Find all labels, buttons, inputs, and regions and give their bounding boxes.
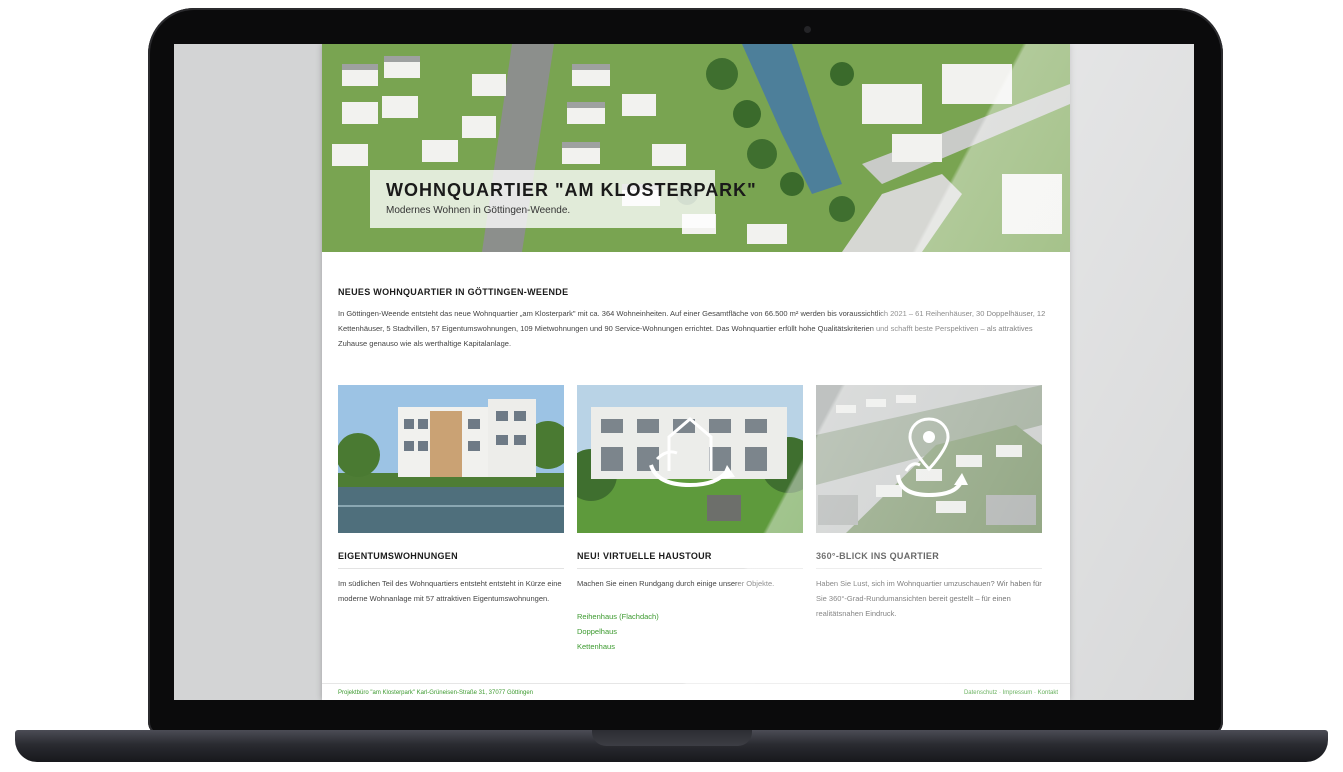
card-image[interactable] bbox=[816, 385, 1042, 533]
card-text: Haben Sie Lust, sich im Wohnquartier umz… bbox=[816, 579, 1042, 618]
card-heading[interactable]: EIGENTUMSWOHNUNGEN bbox=[338, 551, 458, 561]
footer-links[interactable]: Datenschutz · Impressum · Kontakt bbox=[964, 690, 1058, 696]
card-virtuelle-haustour[interactable]: NEU! VIRTUELLE HAUSTOUR Machen Sie einen… bbox=[577, 385, 803, 651]
tour-links: Reihenhaus (Flachdach) Doppelhaus Ketten… bbox=[577, 609, 659, 654]
card-divider bbox=[577, 568, 803, 569]
intro-text: In Göttingen-Weende entsteht das neue Wo… bbox=[338, 309, 1046, 348]
card-heading[interactable]: NEU! VIRTUELLE HAUSTOUR bbox=[577, 551, 712, 561]
laptop-screen: WOHNQUARTIER "AM KLOSTERPARK" Modernes W… bbox=[174, 44, 1194, 700]
card-image[interactable] bbox=[577, 385, 803, 533]
link-doppelhaus[interactable]: Doppelhaus bbox=[577, 624, 659, 639]
camera-icon bbox=[804, 26, 811, 33]
card-heading[interactable]: 360°-BLICK INS QUARTIER bbox=[816, 551, 939, 561]
website-page: WOHNQUARTIER "AM KLOSTERPARK" Modernes W… bbox=[322, 44, 1070, 700]
virtual-tour-icon bbox=[649, 417, 735, 488]
footer-address: Projektbüro "am Klosterpark" Karl-Grünei… bbox=[338, 690, 534, 696]
card-text: Im südlichen Teil des Wohnquartiers ents… bbox=[338, 579, 562, 603]
card-text: Machen Sie einen Rundgang durch einige u… bbox=[577, 579, 775, 588]
hero-caption-box: WOHNQUARTIER "AM KLOSTERPARK" Modernes W… bbox=[370, 170, 756, 228]
hero-title: WOHNQUARTIER "AM KLOSTERPARK" bbox=[386, 180, 757, 200]
location-360-icon bbox=[896, 417, 968, 498]
card-image[interactable] bbox=[338, 385, 564, 533]
card-eigentumswohnungen[interactable]: EIGENTUMSWOHNUNGEN Im südlichen Teil des… bbox=[338, 385, 564, 603]
card-360-blick[interactable]: 360°-BLICK INS QUARTIER Haben Sie Lust, … bbox=[816, 385, 1042, 618]
link-reihenhaus-flachdach[interactable]: Reihenhaus (Flachdach) bbox=[577, 609, 659, 624]
intro-heading: NEUES WOHNQUARTIER IN GÖTTINGEN-WEENDE bbox=[338, 287, 569, 297]
footer-divider bbox=[322, 683, 1070, 684]
card-divider bbox=[816, 568, 1042, 569]
card-divider bbox=[338, 568, 564, 569]
apartment-building-image bbox=[338, 385, 564, 533]
hero-subtitle: Modernes Wohnen in Göttingen-Weende. bbox=[386, 205, 571, 216]
hero-banner: WOHNQUARTIER "AM KLOSTERPARK" Modernes W… bbox=[322, 44, 1070, 252]
link-kettenhaus[interactable]: Kettenhaus bbox=[577, 639, 659, 654]
laptop-notch bbox=[592, 730, 752, 746]
hero-divider bbox=[322, 252, 1070, 255]
